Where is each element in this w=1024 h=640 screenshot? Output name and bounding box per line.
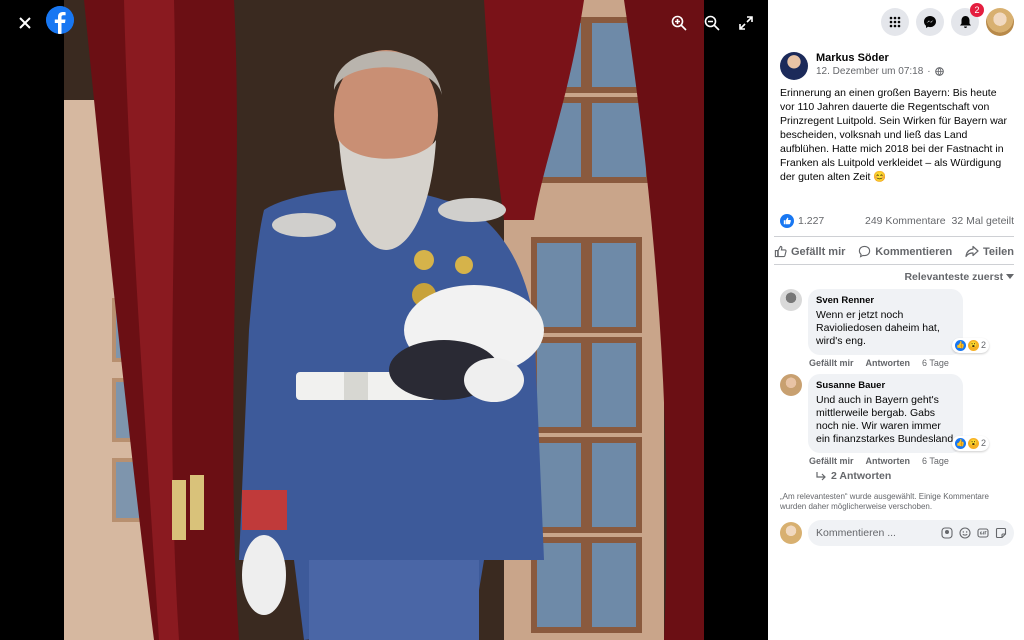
comment-input-placeholder: Kommentieren ... bbox=[816, 527, 896, 539]
zoom-in-icon[interactable] bbox=[664, 8, 694, 38]
comment-reactions[interactable]: 👍 😮 2 bbox=[951, 436, 989, 451]
reply-arrow-icon bbox=[816, 471, 826, 480]
user-avatar[interactable] bbox=[780, 522, 802, 544]
share-button[interactable]: Teilen bbox=[965, 245, 1014, 258]
zoom-out-icon[interactable] bbox=[697, 8, 727, 38]
post-text: Erinnerung an einen großen Bayern: Bis h… bbox=[780, 87, 1008, 183]
post-side-panel: 2 Markus Söder 12. Dezember um 07:18 · E… bbox=[768, 0, 1024, 640]
facebook-logo-icon[interactable] bbox=[46, 6, 74, 34]
view-replies-label: 2 Antworten bbox=[831, 470, 892, 482]
comment-bubble: Sven Renner Wenn er jetzt noch Raviolied… bbox=[808, 289, 989, 355]
comment-reply-link[interactable]: Antworten bbox=[866, 456, 911, 466]
commenter-avatar[interactable] bbox=[780, 289, 802, 311]
filter-note: „Am relevantesten“ wurde ausgewählt. Ein… bbox=[780, 492, 989, 511]
comment-like-link[interactable]: Gefällt mir bbox=[809, 456, 854, 466]
photo-illustration bbox=[64, 0, 704, 640]
comment-actions: Gefällt mir Antworten 6 Tage bbox=[768, 453, 1024, 466]
share-arrow-icon bbox=[965, 245, 979, 258]
comment-time[interactable]: 6 Tage bbox=[922, 456, 949, 466]
comment-time[interactable]: 6 Tage bbox=[922, 358, 949, 368]
like-reaction-icon bbox=[780, 214, 794, 228]
menu-grid-icon[interactable] bbox=[881, 8, 909, 36]
thumbs-up-icon bbox=[774, 245, 787, 258]
comment-composer: Kommentieren ... bbox=[768, 512, 1024, 546]
comment-item: Susanne Bauer Und auch in Bayern geht's … bbox=[768, 374, 1024, 453]
author-name[interactable]: Markus Söder bbox=[816, 52, 944, 64]
comment-text: Und auch in Bayern geht's mittlerweile b… bbox=[816, 394, 954, 445]
wow-reaction-icon: 😮 bbox=[967, 438, 979, 449]
like-button[interactable]: Gefällt mir bbox=[774, 245, 845, 258]
like-button-label: Gefällt mir bbox=[791, 245, 846, 258]
meta-separator: · bbox=[927, 66, 931, 77]
top-navigation: 2 bbox=[768, 0, 1024, 44]
photo-viewer bbox=[0, 0, 768, 640]
comment-sort-label: Relevanteste zuerst bbox=[904, 271, 1004, 283]
like-count[interactable]: 1.227 bbox=[780, 214, 824, 228]
comment-reactions-count: 2 bbox=[980, 340, 986, 350]
account-avatar[interactable] bbox=[986, 8, 1014, 36]
comment-button[interactable]: Kommentieren bbox=[858, 245, 952, 258]
wow-reaction-icon: 😮 bbox=[967, 340, 979, 351]
post-actions: Gefällt mir Kommentieren Teilen bbox=[774, 236, 1014, 265]
comments-count[interactable]: 249 Kommentare bbox=[865, 215, 946, 227]
messenger-icon[interactable] bbox=[916, 8, 944, 36]
comment-text: Wenn er jetzt noch Ravioliedosen daheim … bbox=[816, 309, 940, 347]
comment-input[interactable]: Kommentieren ... bbox=[808, 520, 1014, 546]
post-meta: 12. Dezember um 07:18 · bbox=[816, 66, 944, 77]
view-replies-button[interactable]: 2 Antworten bbox=[768, 466, 1024, 482]
shares-count[interactable]: 32 Mal geteilt bbox=[952, 215, 1014, 227]
post-date[interactable]: 12. Dezember um 07:18 bbox=[816, 66, 923, 77]
post-header: Markus Söder 12. Dezember um 07:18 · bbox=[768, 44, 1024, 80]
commenter-name[interactable]: Susanne Bauer bbox=[816, 379, 955, 392]
share-button-label: Teilen bbox=[983, 245, 1014, 258]
like-reaction-icon: 👍 bbox=[954, 340, 966, 351]
globe-icon bbox=[934, 67, 944, 76]
commenter-name[interactable]: Sven Renner bbox=[816, 294, 955, 307]
comment-button-label: Kommentieren bbox=[875, 245, 953, 258]
comment-icon bbox=[859, 245, 871, 258]
sticker-icon[interactable] bbox=[994, 526, 1008, 540]
comment-sort-dropdown[interactable]: Relevanteste zuerst bbox=[768, 265, 1024, 283]
chevron-down-icon bbox=[1006, 271, 1014, 283]
commenter-avatar[interactable] bbox=[780, 374, 802, 396]
comment-like-link[interactable]: Gefällt mir bbox=[809, 358, 854, 368]
like-count-value: 1.227 bbox=[798, 215, 825, 227]
comment-reply-link[interactable]: Antworten bbox=[866, 358, 911, 368]
notifications-bell-icon[interactable]: 2 bbox=[951, 3, 984, 36]
comment-bubble: Susanne Bauer Und auch in Bayern geht's … bbox=[808, 374, 989, 453]
emoji-icon[interactable] bbox=[958, 526, 972, 540]
comment-reactions[interactable]: 👍 😮 2 bbox=[951, 338, 989, 353]
notifications-badge: 2 bbox=[970, 3, 984, 17]
author-avatar[interactable] bbox=[780, 52, 808, 80]
gif-icon[interactable] bbox=[976, 526, 990, 540]
engagement-counts: 1.227 249 Kommentare 32 Mal geteilt bbox=[768, 214, 1024, 228]
comment-item: Sven Renner Wenn er jetzt noch Raviolied… bbox=[768, 289, 1024, 355]
post-photo[interactable] bbox=[64, 0, 704, 640]
avatar-sticker-icon[interactable] bbox=[940, 526, 954, 540]
fullscreen-icon[interactable] bbox=[731, 8, 761, 38]
like-reaction-icon: 👍 bbox=[954, 438, 966, 449]
comment-actions: Gefällt mir Antworten 6 Tage bbox=[768, 355, 1024, 368]
close-icon[interactable] bbox=[10, 8, 40, 38]
comment-reactions-count: 2 bbox=[980, 438, 986, 448]
